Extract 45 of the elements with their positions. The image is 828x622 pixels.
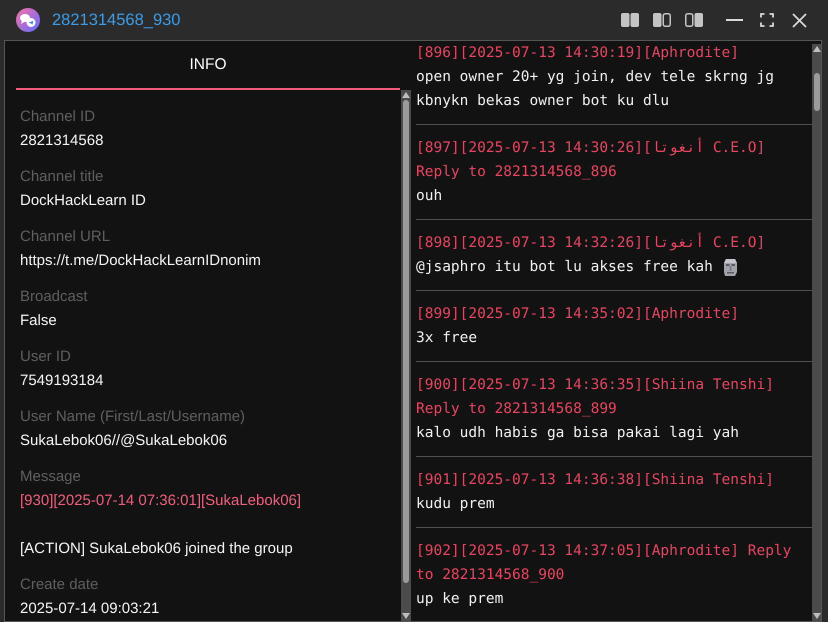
message-header: [902][2025-07-13 14:37:05][Aphrodite] Reply to 2821314568_900: [416, 542, 792, 585]
message-text: 3x free: [416, 329, 478, 348]
scrollbar-thumb[interactable]: [403, 100, 409, 583]
two-panes-icon[interactable]: [621, 13, 639, 27]
field-value: False: [20, 311, 57, 331]
message-header: [897][2025-07-13 14:30:26][أنغوتا C.E.O] Reply to 2821314568_896: [416, 136, 812, 184]
scrollbar-thumb[interactable]: [814, 73, 820, 111]
field-value: 2025-07-14 09:03:21: [20, 599, 160, 619]
message-header: [896][2025-07-13 14:30:19][Aphrodite]: [416, 44, 740, 63]
close-icon[interactable]: [792, 12, 807, 28]
field-label: Channel URL: [20, 227, 110, 247]
message-text: ouh: [416, 187, 442, 206]
message-text: @jsaphro itu bot lu akses free kah: [416, 258, 713, 277]
field-value: 7549193184: [20, 371, 104, 391]
field-value: DockHackLearn ID: [20, 191, 146, 211]
message-text: [ACTION] SukaLebok06 joined the group: [20, 539, 293, 559]
message-header: [930][2025-07-14 07:36:01][SukaLebok06]: [20, 491, 302, 511]
message-text: kudu prem: [416, 495, 495, 514]
field-value: https://t.me/DockHackLearnIDnonim: [20, 251, 261, 271]
info-tab[interactable]: INFO: [16, 41, 400, 90]
window-title: 2821314568_930: [52, 10, 180, 30]
field-label: Channel ID: [20, 107, 96, 127]
maximize-icon[interactable]: [760, 13, 774, 27]
message-header: [900][2025-07-13 14:36:35][Shiina Tenshi] Reply to 2821314568_899: [416, 376, 775, 419]
field-value: SukaLebok06//@SukaLebok06: [20, 431, 228, 451]
field-label: Channel title: [20, 167, 104, 187]
message-text: kalo udh habis ga bisa pakai lagi yah: [416, 424, 740, 443]
field-label: Create date: [20, 575, 98, 595]
scroll-down-icon[interactable]: [812, 613, 820, 619]
scroll-up-icon[interactable]: [812, 46, 820, 52]
scroll-up-icon[interactable]: [402, 92, 410, 98]
field-label: User Name (First/Last/Username): [20, 407, 246, 427]
right-pane-icon[interactable]: [685, 13, 703, 27]
chat-bubbles-icon: [16, 8, 40, 32]
message-header: [901][2025-07-13 14:36:38][Shiina Tenshi]: [416, 471, 775, 490]
message-text: up ke prem: [416, 590, 504, 609]
left-pane-icon[interactable]: [653, 13, 671, 27]
message-header: [898][2025-07-13 14:32:26][أنغوتا C.E.O]: [416, 231, 812, 255]
message-text: open owner 20+ yg join, dev tele skrng jg kbnykn bekas owner bot ku dlu: [416, 68, 775, 111]
field-value: 2821314568: [20, 131, 104, 151]
message-header: [899][2025-07-13 14:35:02][Aphrodite]: [416, 305, 740, 324]
field-label: User ID: [20, 347, 71, 367]
field-label: Broadcast: [20, 287, 88, 307]
field-label: Message: [20, 467, 81, 487]
scroll-down-icon[interactable]: [402, 613, 410, 619]
